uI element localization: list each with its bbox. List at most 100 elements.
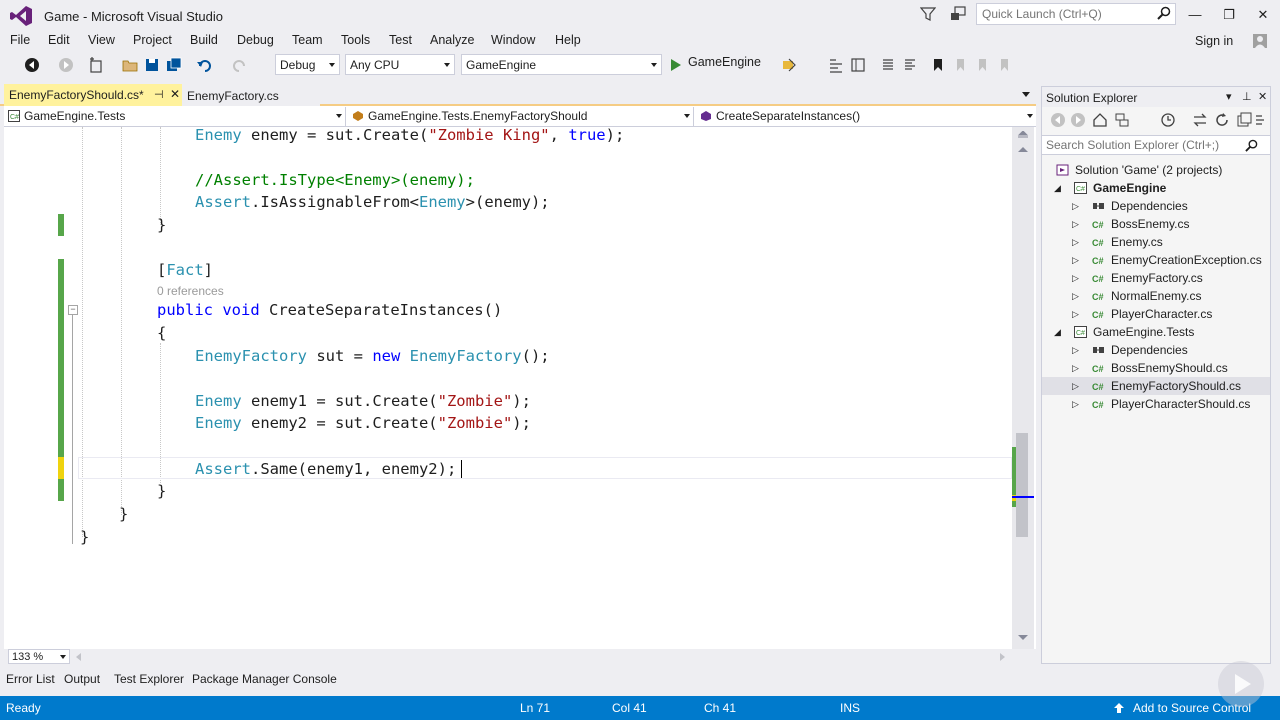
uncomment-lines-icon[interactable] bbox=[902, 57, 918, 73]
scroll-right-icon[interactable] bbox=[1000, 653, 1005, 661]
menu-debug[interactable]: Debug bbox=[237, 33, 274, 47]
menu-project[interactable]: Project bbox=[133, 33, 172, 47]
close-tab-icon[interactable]: ✕ bbox=[170, 87, 180, 101]
menu-test[interactable]: Test bbox=[389, 33, 412, 47]
solution-explorer-search[interactable] bbox=[1042, 135, 1270, 155]
scroll-up-icon[interactable] bbox=[1018, 147, 1028, 152]
tree-node-item[interactable]: ▷ Dependencies bbox=[1042, 197, 1270, 215]
tree-node-item-selected[interactable]: ▷ C# EnemyFactoryShould.cs bbox=[1042, 377, 1270, 395]
project-navigation-dropdown[interactable]: C# GameEngine.Tests bbox=[4, 107, 346, 126]
previous-bookmark-icon[interactable] bbox=[952, 57, 968, 73]
collapsed-arrow-icon[interactable]: ▷ bbox=[1072, 251, 1079, 269]
collapsed-arrow-icon[interactable]: ▷ bbox=[1072, 197, 1079, 215]
save-icon[interactable] bbox=[144, 57, 160, 73]
tree-node-item[interactable]: ▷ C# BossEnemyShould.cs bbox=[1042, 359, 1270, 377]
scroll-left-icon[interactable] bbox=[76, 653, 81, 661]
member-navigation-dropdown[interactable]: CreateSeparateInstances() bbox=[696, 107, 1036, 126]
redo-icon[interactable] bbox=[232, 57, 248, 73]
new-project-icon[interactable] bbox=[88, 57, 104, 73]
open-file-icon[interactable] bbox=[122, 57, 138, 73]
feedback-filter-icon[interactable] bbox=[920, 6, 936, 22]
sync-with-active-document-icon[interactable] bbox=[1192, 112, 1208, 128]
back-icon[interactable] bbox=[1050, 112, 1066, 128]
menu-file[interactable]: File bbox=[10, 33, 30, 47]
collapse-all-icon[interactable] bbox=[1236, 112, 1252, 128]
tab-output[interactable]: Output bbox=[64, 672, 100, 686]
toggle-view-icon[interactable] bbox=[850, 57, 866, 73]
tab-error-list[interactable]: Error List bbox=[6, 672, 55, 686]
tree-node-item[interactable]: ▷ C# PlayerCharacter.cs bbox=[1042, 305, 1270, 323]
menu-help[interactable]: Help bbox=[555, 33, 581, 47]
search-icon[interactable] bbox=[1245, 139, 1258, 152]
user-account-icon[interactable] bbox=[1252, 33, 1268, 49]
collapsed-arrow-icon[interactable]: ▷ bbox=[1072, 395, 1079, 413]
solution-platform-dropdown[interactable]: Any CPU bbox=[345, 54, 455, 75]
code-editor[interactable]: − Enemy enemy = sut.Create("Zombie King"… bbox=[4, 127, 1036, 649]
video-play-overlay-icon[interactable] bbox=[1218, 661, 1264, 707]
menu-build[interactable]: Build bbox=[190, 33, 218, 47]
menu-edit[interactable]: Edit bbox=[48, 33, 70, 47]
bookmark-icon[interactable] bbox=[930, 57, 946, 73]
live-share-icon[interactable] bbox=[950, 6, 966, 22]
solution-configuration-dropdown[interactable]: Debug bbox=[275, 54, 340, 75]
tree-node-item[interactable]: ▷ C# BossEnemy.cs bbox=[1042, 215, 1270, 233]
menu-window[interactable]: Window bbox=[491, 33, 535, 47]
close-window-button[interactable]: ✕ bbox=[1248, 4, 1278, 26]
type-navigation-dropdown[interactable]: GameEngine.Tests.EnemyFactoryShould bbox=[348, 107, 694, 126]
expanded-arrow-icon[interactable]: ◢ bbox=[1054, 323, 1061, 341]
splitter-icon[interactable] bbox=[1017, 131, 1029, 141]
menu-tools[interactable]: Tools bbox=[341, 33, 370, 47]
window-position-dropdown-icon[interactable]: ▾ bbox=[1226, 90, 1232, 103]
undo-icon[interactable] bbox=[196, 57, 212, 73]
tree-node-item[interactable]: ▷ C# NormalEnemy.cs bbox=[1042, 287, 1270, 305]
clear-bookmarks-icon[interactable] bbox=[996, 57, 1012, 73]
save-all-icon[interactable] bbox=[166, 57, 182, 73]
tab-enemyfactoryshould[interactable]: EnemyFactoryShould.cs* ⊣ ✕ bbox=[4, 84, 182, 106]
search-icon[interactable] bbox=[1157, 6, 1171, 20]
codelens-references[interactable]: 0 references bbox=[157, 284, 224, 298]
step-into-icon[interactable] bbox=[828, 57, 844, 73]
startup-project-dropdown[interactable]: GameEngine bbox=[461, 54, 662, 75]
solution-explorer-search-input[interactable] bbox=[1042, 136, 1232, 154]
pending-changes-filter-icon[interactable] bbox=[1160, 112, 1176, 128]
navigate-back-icon[interactable] bbox=[24, 57, 40, 73]
collapse-region-icon[interactable]: − bbox=[68, 305, 78, 315]
tree-node-item[interactable]: ▷ C# EnemyCreationException.cs bbox=[1042, 251, 1270, 269]
tree-node-solution[interactable]: Solution 'Game' (2 projects) bbox=[1042, 161, 1270, 179]
quick-launch-box[interactable] bbox=[976, 3, 1176, 25]
pin-icon[interactable]: ⊣ bbox=[154, 88, 164, 101]
restore-button[interactable]: ❐ bbox=[1214, 4, 1244, 26]
arrow-up-icon[interactable] bbox=[1113, 702, 1125, 714]
scroll-thumb[interactable] bbox=[1016, 433, 1028, 537]
collapsed-arrow-icon[interactable]: ▷ bbox=[1072, 359, 1079, 377]
collapsed-arrow-icon[interactable]: ▷ bbox=[1072, 341, 1079, 359]
show-all-files-icon[interactable] bbox=[1254, 112, 1270, 128]
switch-views-icon[interactable] bbox=[1114, 112, 1130, 128]
menu-analyze[interactable]: Analyze bbox=[430, 33, 474, 47]
collapsed-arrow-icon[interactable]: ▷ bbox=[1072, 305, 1079, 323]
comment-lines-icon[interactable] bbox=[880, 57, 896, 73]
editor-vertical-scrollbar[interactable] bbox=[1012, 127, 1034, 649]
collapsed-arrow-icon[interactable]: ▷ bbox=[1072, 215, 1079, 233]
tree-node-project-gameengine-tests[interactable]: ◢ C# GameEngine.Tests bbox=[1042, 323, 1270, 341]
zoom-dropdown[interactable]: 133 % bbox=[8, 649, 70, 664]
browser-link-icon[interactable] bbox=[781, 57, 797, 73]
expanded-arrow-icon[interactable]: ◢ bbox=[1054, 179, 1061, 197]
collapsed-arrow-icon[interactable]: ▷ bbox=[1072, 377, 1079, 395]
scroll-down-icon[interactable] bbox=[1018, 635, 1028, 640]
sign-in-link[interactable]: Sign in bbox=[1195, 34, 1233, 48]
tab-test-explorer[interactable]: Test Explorer bbox=[114, 672, 184, 686]
collapsed-arrow-icon[interactable]: ▷ bbox=[1072, 269, 1079, 287]
active-files-dropdown-icon[interactable] bbox=[1022, 92, 1030, 97]
collapsed-arrow-icon[interactable]: ▷ bbox=[1072, 287, 1079, 305]
collapsed-arrow-icon[interactable]: ▷ bbox=[1072, 233, 1079, 251]
start-debugging-button[interactable]: GameEngine bbox=[668, 55, 761, 75]
tab-package-manager-console[interactable]: Package Manager Console bbox=[192, 672, 337, 686]
refresh-icon[interactable] bbox=[1214, 112, 1230, 128]
auto-hide-pin-icon[interactable]: ⊥ bbox=[1242, 90, 1252, 103]
tree-node-item[interactable]: ▷ C# PlayerCharacterShould.cs bbox=[1042, 395, 1270, 413]
close-panel-icon[interactable]: ✕ bbox=[1258, 90, 1267, 103]
next-bookmark-icon[interactable] bbox=[974, 57, 990, 73]
tree-node-item[interactable]: ▷ C# EnemyFactory.cs bbox=[1042, 269, 1270, 287]
forward-icon[interactable] bbox=[1070, 112, 1086, 128]
